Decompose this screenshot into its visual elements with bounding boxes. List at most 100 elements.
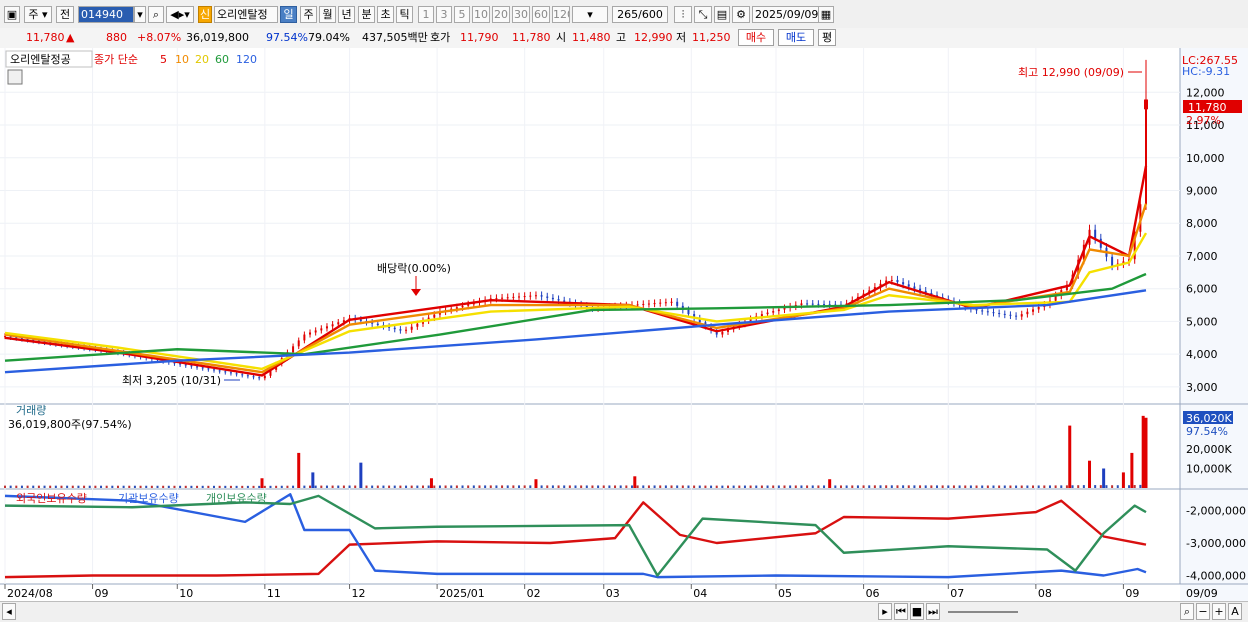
volume-bar-base — [772, 485, 775, 488]
layout-icon[interactable]: ▣ — [4, 6, 20, 23]
candle-body — [235, 373, 238, 375]
period-second[interactable]: 초 — [377, 6, 394, 23]
volume-bar-base — [981, 485, 984, 488]
tick-10[interactable]: 10 — [472, 6, 490, 23]
candle-body — [992, 312, 995, 314]
volume-bar-base — [371, 485, 374, 488]
volume-bar-base — [1020, 485, 1023, 488]
scroll-right-icon[interactable]: ▸ — [878, 603, 892, 620]
period-year[interactable]: 년 — [338, 6, 355, 23]
volume-bar-base — [839, 485, 842, 488]
calendar-icon[interactable]: ▦ — [818, 6, 834, 23]
volume-bar-base — [636, 485, 639, 488]
rewind-icon[interactable]: ⏮ — [894, 603, 908, 620]
low: 11,250 — [692, 31, 731, 44]
eval-button[interactable]: 평 — [818, 29, 836, 46]
volume-bar-base — [207, 485, 210, 488]
volume-bar-base — [698, 485, 701, 488]
volume-bar-base — [444, 485, 447, 488]
price-y-tick: 4,000 — [1186, 348, 1218, 361]
prev-button[interactable]: 전 — [56, 6, 74, 23]
market-select[interactable]: 주 ▾ — [24, 6, 52, 23]
volume-bar-base — [365, 485, 368, 488]
annotation-dividend: 배당락(0.00%) — [377, 262, 451, 275]
volume-bar-base — [608, 485, 611, 488]
volume-bar-base — [789, 485, 792, 488]
volume-bar-base — [1003, 485, 1006, 488]
volume-bar-base — [715, 485, 718, 488]
zoom-in-icon[interactable]: + — [1212, 603, 1226, 620]
candle-body — [523, 296, 526, 298]
candle-body — [201, 367, 204, 369]
period-month[interactable]: 월 — [319, 6, 336, 23]
open: 11,480 — [572, 31, 611, 44]
code-input[interactable]: 014940 — [78, 6, 134, 23]
stock-name-field[interactable]: 오리엔탈정 — [214, 6, 278, 23]
buy-button[interactable]: 매수 — [738, 29, 774, 46]
price-y-tick: 10,000 — [1186, 152, 1225, 165]
candle-body — [896, 279, 899, 283]
code-dropdown-icon[interactable]: ▾ — [134, 6, 146, 23]
volume-bar — [260, 478, 264, 488]
volume-bar-base — [4, 485, 6, 488]
speaker-icon[interactable]: ◀▸▾ — [166, 6, 194, 23]
tick-3[interactable]: 3 — [436, 6, 452, 23]
volume-bar-base — [388, 485, 391, 488]
zoom-slider[interactable] — [948, 611, 1018, 613]
period-minute[interactable]: 분 — [358, 6, 375, 23]
volume-bar-base — [1094, 485, 1097, 488]
x-tick-label: 03 — [606, 587, 620, 600]
count-field[interactable]: 265/600 — [612, 6, 668, 23]
period-week[interactable]: 주 — [300, 6, 317, 23]
grid-toggle-icon[interactable] — [7, 69, 23, 85]
gear-icon[interactable]: ⚙ — [732, 6, 750, 23]
save-icon[interactable]: ▤ — [714, 6, 730, 23]
draw-icon[interactable]: ⤡ — [694, 6, 712, 23]
candle-body — [309, 332, 312, 335]
volume-bar-base — [461, 485, 464, 488]
price: 11,780 — [26, 31, 65, 44]
tick-60[interactable]: 60 — [532, 6, 550, 23]
candle-body — [806, 303, 809, 305]
stop-icon[interactable]: ■ — [910, 603, 924, 620]
volume-bar-base — [122, 485, 125, 488]
candle-body — [1015, 315, 1018, 317]
volume-bar-base — [574, 485, 577, 488]
volume-bar-base — [794, 485, 797, 488]
tick-5[interactable]: 5 — [454, 6, 470, 23]
tick-30[interactable]: 30 — [512, 6, 530, 23]
volume-bar-base — [546, 485, 549, 488]
high: 12,990 — [634, 31, 673, 44]
volume-bar-base — [438, 485, 441, 488]
period-day[interactable]: 일 — [280, 6, 297, 23]
candle-body — [907, 284, 910, 287]
zoom-search-icon[interactable]: ⌕ — [1180, 603, 1194, 620]
candle-body — [1026, 311, 1029, 315]
tick-custom-select[interactable]: ▾ — [572, 6, 608, 23]
volume-bar-base — [1082, 485, 1085, 488]
tick-20[interactable]: 20 — [492, 6, 510, 23]
volume-bar — [297, 452, 301, 488]
candle-body — [551, 297, 554, 300]
holding-y-tick: -4,000,000 — [1186, 570, 1246, 583]
tick-120[interactable]: 120 — [552, 6, 570, 23]
chart-background — [0, 48, 1248, 603]
period-tick[interactable]: 틱 — [396, 6, 413, 23]
forward-icon[interactable]: ⏭ — [926, 603, 940, 620]
volume-last-text: 36,020K — [1186, 412, 1232, 425]
volume-bar-base — [890, 485, 893, 488]
candle-body — [1003, 313, 1006, 315]
volume-bar-base — [309, 485, 312, 488]
font-icon[interactable]: A — [1228, 603, 1242, 620]
chart-svg[interactable]: 3,000 4,000 5,000 6,000 7,000 8,000 9,000 10,00… — [0, 48, 1248, 603]
sell-button[interactable]: 매도 — [778, 29, 814, 46]
volume-bar-base — [936, 485, 939, 488]
tick-1[interactable]: 1 — [418, 6, 434, 23]
zoom-out-icon[interactable]: − — [1196, 603, 1210, 620]
candle-icon[interactable]: ⫶ — [674, 6, 692, 23]
search-icon[interactable]: ⌕ — [148, 6, 164, 23]
volume-bar-base — [585, 485, 588, 488]
volume-bar-base — [563, 485, 566, 488]
candle-body — [410, 326, 413, 330]
scroll-left-icon[interactable]: ◂ — [2, 603, 16, 620]
